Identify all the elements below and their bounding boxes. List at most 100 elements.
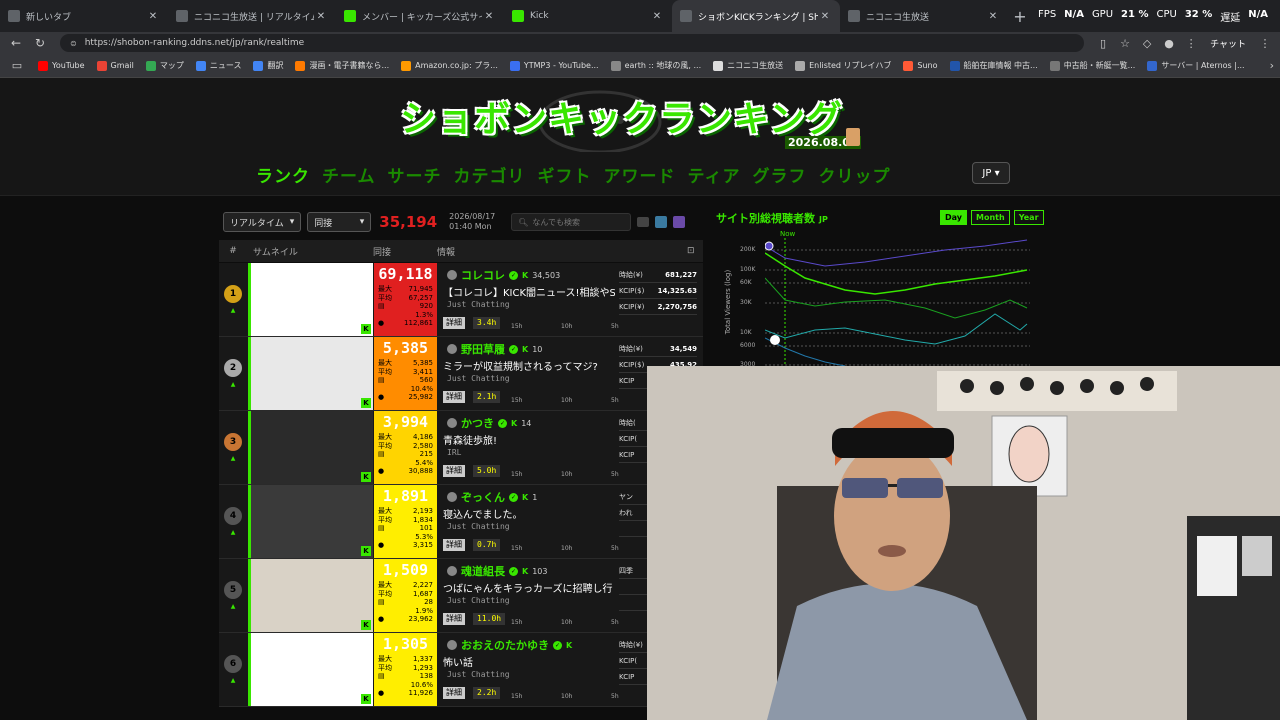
bookmark-item[interactable]: マップ bbox=[140, 60, 190, 71]
camera-icon[interactable] bbox=[637, 217, 650, 227]
apps-icon[interactable]: ▭ bbox=[6, 59, 28, 72]
stream-category[interactable]: Just Chatting bbox=[447, 596, 510, 605]
stream-filter-icon[interactable] bbox=[655, 216, 668, 228]
table-row[interactable]: 5 ▲ K 1,509 最大 2,227 平均 1,687 ▤ 28 1.9% ● 23… bbox=[219, 559, 703, 633]
nav-item[interactable]: サーチ bbox=[388, 162, 442, 187]
graph-range-button[interactable]: Month bbox=[971, 210, 1010, 225]
browser-tab[interactable]: ショボンKICKランキング | Shobon Kick✕ bbox=[672, 0, 840, 32]
table-row[interactable]: 4 ▲ K 1,891 最大 2,193 平均 1,834 ▤ 101 5.3% ● 3… bbox=[219, 485, 703, 559]
browser-tab[interactable]: ニコニコ生放送 ✕ bbox=[840, 0, 1008, 32]
bookmark-item[interactable]: 漫画・電子書籍なら... bbox=[289, 60, 395, 71]
graph-range-button[interactable]: Year bbox=[1013, 210, 1044, 225]
stream-title[interactable]: 青森徒歩旅! bbox=[443, 432, 615, 447]
stream-thumbnail[interactable]: K bbox=[248, 411, 373, 484]
stream-thumbnail[interactable]: K bbox=[248, 263, 373, 336]
nav-item[interactable]: ティア bbox=[688, 162, 741, 187]
bookmark-item[interactable]: YTMP3 - YouTube... bbox=[504, 60, 605, 71]
bookmark-item[interactable]: 翻訳 bbox=[247, 60, 289, 71]
close-icon[interactable]: ✕ bbox=[818, 11, 832, 22]
stream-title[interactable]: 怖い話 bbox=[443, 654, 615, 669]
back-icon[interactable]: ← bbox=[4, 36, 28, 50]
bookmark-item[interactable]: YouTube bbox=[32, 60, 91, 71]
bookmark-item[interactable]: Enlisted リプレイハブ bbox=[789, 60, 897, 71]
stream-category[interactable]: Just Chatting bbox=[447, 670, 510, 679]
nav-item[interactable]: ギフト bbox=[538, 162, 592, 187]
close-icon[interactable]: ✕ bbox=[146, 11, 160, 22]
channel-name[interactable]: おおえのたかゆき bbox=[461, 637, 549, 653]
detail-button[interactable]: 詳細 bbox=[443, 465, 465, 477]
close-icon[interactable]: ✕ bbox=[482, 11, 496, 22]
menu-icon[interactable]: ⋮ bbox=[1180, 37, 1202, 50]
detail-button[interactable]: 詳細 bbox=[443, 317, 465, 329]
browser-tab[interactable]: メンバー | キッカーズ公式サイト✕ bbox=[336, 0, 504, 32]
channel-name[interactable]: かつき bbox=[461, 415, 494, 431]
channel-name[interactable]: 魂道組長 bbox=[461, 563, 505, 579]
stream-thumbnail[interactable]: K bbox=[248, 633, 373, 706]
twitch-icon[interactable] bbox=[673, 216, 686, 228]
bookmark-item[interactable]: 中古船・新艇一覧... bbox=[1044, 60, 1142, 71]
bookmark-item[interactable]: earth :: 地球の風, ... bbox=[605, 60, 708, 71]
bookmark-item[interactable]: Amazon.co.jp: プラ... bbox=[395, 60, 504, 71]
chat-button[interactable]: チャット bbox=[1202, 37, 1254, 50]
reload-icon[interactable]: ↻ bbox=[28, 36, 52, 50]
stream-category[interactable]: IRL bbox=[447, 448, 461, 457]
stream-thumbnail[interactable]: K bbox=[248, 485, 373, 558]
bookmark-star-icon[interactable]: ☆ bbox=[1114, 37, 1136, 50]
browser-tab[interactable]: Kick ✕ bbox=[504, 0, 672, 32]
language-select[interactable]: JP ▾ bbox=[972, 162, 1010, 184]
bookmark-item[interactable]: Suno bbox=[897, 60, 943, 71]
stream-title[interactable]: ミラーが収益規制されるってマジ? bbox=[443, 358, 615, 373]
bookmark-item[interactable]: ニコニコ生放送 bbox=[707, 60, 789, 71]
table-row[interactable]: 3 ▲ K 3,994 最大 4,186 平均 2,580 ▤ 215 5.4% ● 3… bbox=[219, 411, 703, 485]
stream-title[interactable]: 寝込んでました。 bbox=[443, 506, 615, 521]
url-field[interactable]: ⊜ https://shobon-ranking.ddns.net/jp/ran… bbox=[60, 34, 1085, 52]
nav-item[interactable]: ランク bbox=[256, 162, 310, 187]
stream-category[interactable]: Just Chatting bbox=[447, 374, 510, 383]
channel-name[interactable]: コレコレ bbox=[461, 267, 505, 283]
bookmark-item[interactable]: 船舶在庫情報 中古... bbox=[944, 60, 1044, 71]
nav-item[interactable]: チーム bbox=[322, 162, 376, 187]
table-row[interactable]: 2 ▲ K 5,385 最大 5,385 平均 3,411 ▤ 560 10.4% ●… bbox=[219, 337, 703, 411]
close-icon[interactable]: ✕ bbox=[314, 11, 328, 22]
stream-thumbnail[interactable]: K bbox=[248, 337, 373, 410]
stream-title[interactable]: 【コレコレ】KICK闇ニュース!相談やSNS bbox=[443, 284, 615, 299]
metric-select[interactable]: 同接 ▾ bbox=[307, 212, 372, 232]
search-input[interactable]: 🔍︎ なんでも検索 bbox=[511, 213, 632, 231]
close-icon[interactable]: ✕ bbox=[986, 11, 1000, 22]
col-viewers[interactable]: 同接 bbox=[373, 245, 437, 258]
stream-category[interactable]: Just Chatting bbox=[447, 522, 510, 531]
nav-item[interactable]: グラフ bbox=[752, 162, 806, 187]
graph-marker[interactable] bbox=[765, 241, 774, 251]
close-icon[interactable]: ✕ bbox=[650, 11, 664, 22]
more-icon[interactable]: ⋮ bbox=[1254, 37, 1276, 50]
graph-range-button[interactable]: Day bbox=[940, 210, 968, 225]
channel-name[interactable]: ぞっくん bbox=[461, 489, 505, 505]
profile-icon[interactable]: ● bbox=[1158, 37, 1180, 50]
detail-button[interactable]: 詳細 bbox=[443, 539, 465, 551]
settings-icon[interactable]: ⊡ bbox=[687, 246, 703, 256]
site-logo[interactable]: ショボンキックランキング bbox=[400, 90, 843, 142]
browser-tab[interactable]: ニコニコ生放送 | リアルタイムランキング✕ bbox=[168, 0, 336, 32]
extensions-icon[interactable]: ◇ bbox=[1136, 37, 1158, 50]
stream-title[interactable]: つばにゃんをキラっカーズに招聘し行 bbox=[443, 580, 615, 595]
mode-select[interactable]: リアルタイム ▾ bbox=[223, 212, 302, 232]
table-row[interactable]: 1 ▲ K 69,118 最大 71,945 平均 67,257 ▤ 920 1.3%… bbox=[219, 263, 703, 337]
table-row[interactable]: 6 ▲ K 1,305 最大 1,337 平均 1,293 ▤ 138 10.6% ●… bbox=[219, 633, 703, 707]
detail-button[interactable]: 詳細 bbox=[443, 613, 465, 625]
browser-tab[interactable]: 新しいタブ ✕ bbox=[0, 0, 168, 32]
graph-marker[interactable] bbox=[770, 335, 780, 345]
bookmark-item[interactable]: サーバー | Aternos |... bbox=[1141, 60, 1250, 71]
bookmarks-overflow-icon[interactable]: › bbox=[1270, 59, 1274, 72]
bookmark-item[interactable]: ニュース bbox=[190, 60, 248, 71]
site-info-icon[interactable]: ⊜ bbox=[70, 39, 77, 48]
detail-button[interactable]: 詳細 bbox=[443, 391, 465, 403]
new-tab-button[interactable]: + bbox=[1008, 7, 1032, 26]
stream-category[interactable]: Just Chatting bbox=[447, 300, 510, 309]
reading-mode-icon[interactable]: ▯ bbox=[1092, 37, 1114, 50]
nav-item[interactable]: アワード bbox=[604, 162, 676, 187]
stream-thumbnail[interactable]: K bbox=[248, 559, 373, 632]
channel-name[interactable]: 野田草履 bbox=[461, 341, 505, 357]
bookmark-item[interactable]: Gmail bbox=[91, 60, 140, 71]
nav-item[interactable]: カテゴリ bbox=[454, 162, 526, 187]
detail-button[interactable]: 詳細 bbox=[443, 687, 465, 699]
